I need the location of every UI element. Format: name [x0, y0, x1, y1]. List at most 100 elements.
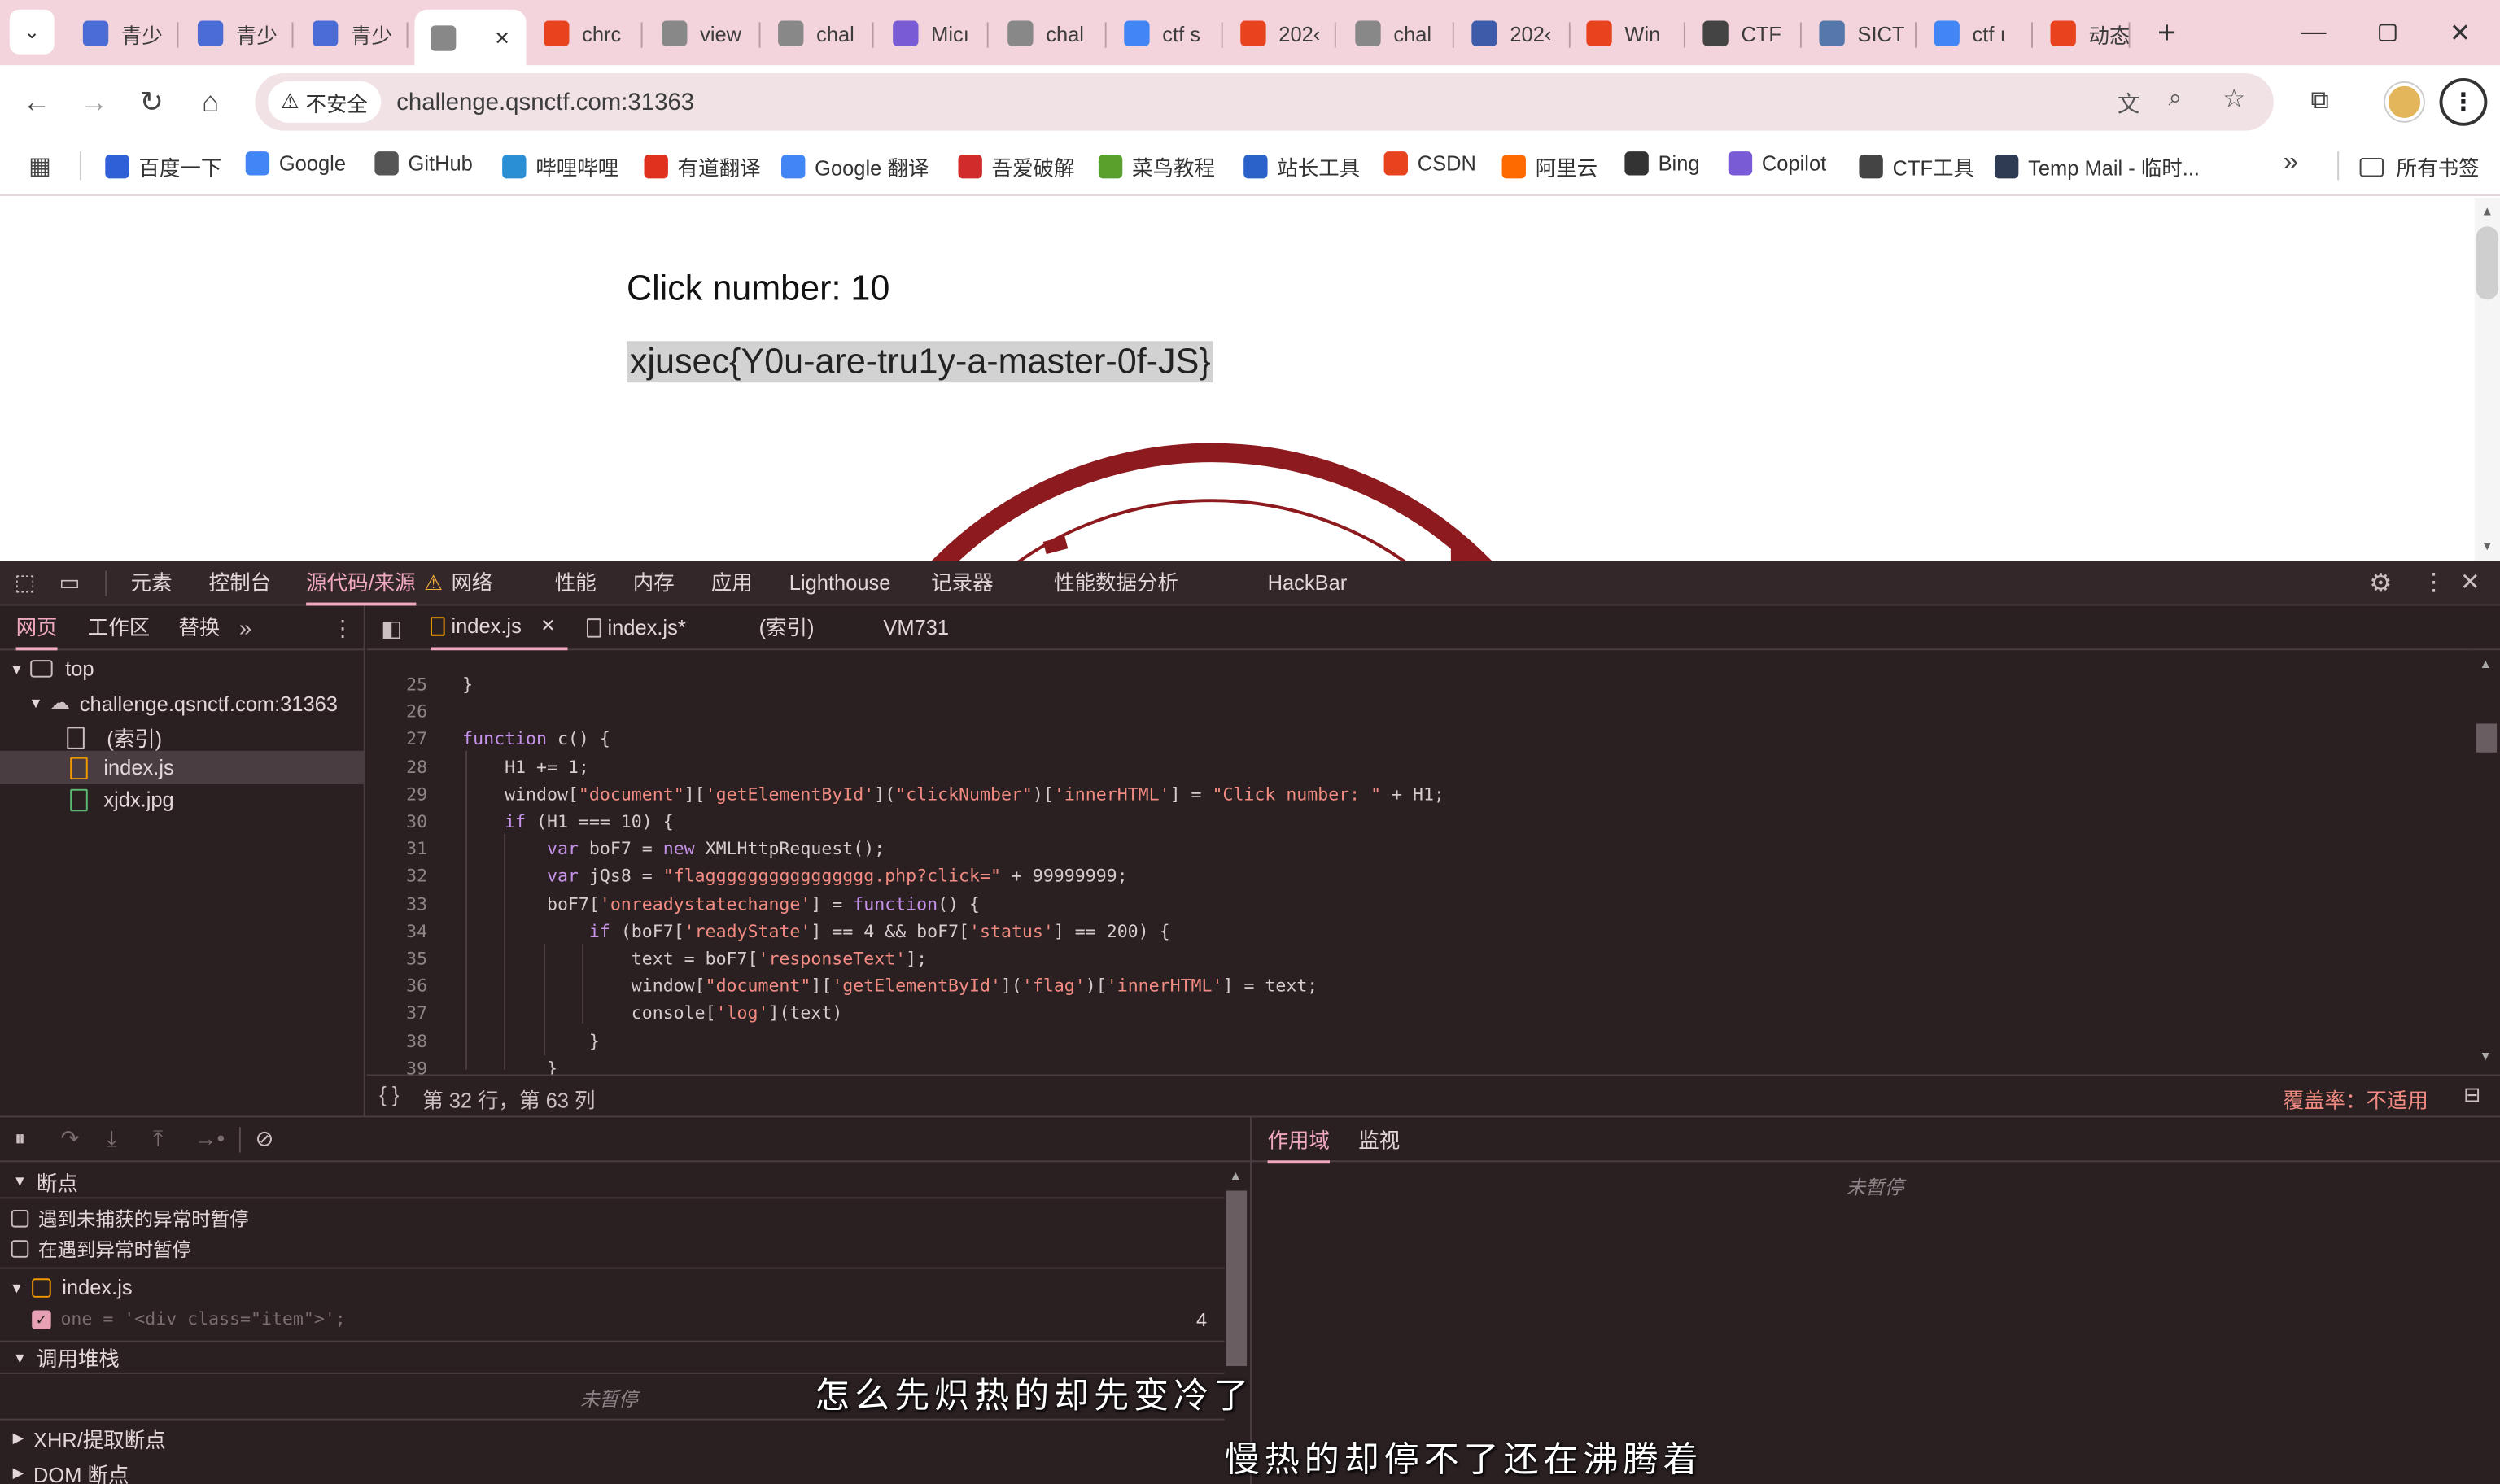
restore-button[interactable]: [2350, 0, 2424, 65]
inspect-element-icon[interactable]: ⬚: [15, 569, 36, 596]
code-line[interactable]: if (H1 === 10) {: [462, 811, 674, 831]
browser-tab[interactable]: chal: [1340, 10, 1454, 58]
bookmark-item[interactable]: 吾爱破解: [958, 151, 1075, 181]
bookmark-item[interactable]: CTF工具: [1859, 151, 1974, 181]
url-text[interactable]: challenge.qsnctf.com:31363: [396, 89, 694, 116]
tab-console[interactable]: 控制台: [209, 561, 271, 606]
tab-scope[interactable]: 作用域: [1267, 1119, 1331, 1164]
code-line[interactable]: window["document"]['getElementById']("cl…: [462, 784, 1444, 805]
code-line[interactable]: H1 += 1;: [462, 757, 589, 777]
tab-hackbar[interactable]: HackBar: [1268, 561, 1348, 606]
editor-tab[interactable]: index.js ✕: [430, 605, 568, 651]
line-number[interactable]: 28: [379, 757, 427, 777]
editor-tab[interactable]: index.js*: [586, 605, 686, 650]
editor-tab[interactable]: (索引): [759, 605, 815, 650]
tree-item-host[interactable]: ▼ ☁ challenge.qsnctf.com:31363: [28, 690, 338, 715]
code-line[interactable]: function c() {: [462, 729, 610, 749]
tab-recorder[interactable]: 记录器: [931, 561, 993, 606]
line-number[interactable]: 38: [379, 1031, 427, 1051]
bookmark-item[interactable]: Copilot: [1728, 151, 1826, 176]
scroll-down-icon[interactable]: ▼: [2481, 539, 2494, 553]
line-number[interactable]: 37: [379, 1003, 427, 1024]
close-tab-icon[interactable]: ✕: [494, 26, 510, 48]
close-window-button[interactable]: ✕: [2424, 0, 2497, 65]
browser-tab[interactable]: 202‹: [1456, 10, 1571, 58]
editor-tab[interactable]: VM731: [883, 605, 949, 650]
tab-network[interactable]: 网络 ⚠: [424, 561, 492, 606]
breakpoint-item[interactable]: ✓ one = '<div class="item">'; 4: [32, 1308, 1220, 1330]
navigator-tab[interactable]: 替换: [178, 605, 220, 650]
minimize-button[interactable]: —: [2277, 0, 2350, 65]
more-tabs-icon[interactable]: »: [239, 615, 251, 640]
tab-performance-insights[interactable]: 性能数据分析: [1054, 561, 1178, 606]
code-line[interactable]: }: [462, 674, 473, 695]
bookmark-item[interactable]: 阿里云: [1501, 151, 1597, 181]
devtools-more-icon[interactable]: ⋮: [2422, 567, 2445, 596]
line-number[interactable]: 31: [379, 839, 427, 859]
tab-performance[interactable]: 性能: [555, 561, 597, 606]
browser-tab[interactable]: 202‹: [1225, 10, 1336, 58]
scroll-up-icon[interactable]: ▲: [2480, 657, 2493, 671]
code-line[interactable]: boF7['onreadystatechange'] = function() …: [462, 893, 980, 914]
translate-page-icon[interactable]: ⽂: [2118, 88, 2139, 120]
browser-tab[interactable]: chrc: [527, 10, 643, 58]
browser-tab[interactable]: 青少: [67, 10, 179, 58]
line-number[interactable]: 36: [379, 976, 427, 996]
browser-tab[interactable]: Win: [1571, 10, 1685, 58]
scroll-thumb[interactable]: [2476, 723, 2498, 753]
bookmark-item[interactable]: 菜鸟教程: [1098, 151, 1215, 181]
bookmark-item[interactable]: Temp Mail - 临时...: [1994, 151, 2200, 181]
scroll-down-icon[interactable]: ▼: [2480, 1049, 2493, 1063]
line-number[interactable]: 30: [379, 811, 427, 831]
zoom-icon[interactable]: ⌕: [2169, 85, 2182, 111]
breakpoint-file-group[interactable]: ▼ index.js: [10, 1275, 133, 1298]
scroll-up-icon[interactable]: ▲: [1230, 1168, 1243, 1183]
reload-button[interactable]: ↻: [128, 78, 176, 126]
navigator-tab[interactable]: 工作区: [88, 605, 150, 650]
tab-elements[interactable]: 元素: [131, 561, 173, 606]
close-devtools-icon[interactable]: ✕: [2460, 567, 2480, 596]
line-number[interactable]: 25: [379, 674, 427, 695]
forward-button[interactable]: →: [70, 78, 118, 126]
tab-lighthouse[interactable]: Lighthouse: [789, 561, 891, 606]
line-number[interactable]: 26: [379, 701, 427, 722]
browser-tab[interactable]: SICT: [1803, 10, 1917, 58]
tree-item-image[interactable]: xjdx.jpg: [70, 788, 174, 811]
apps-grid-icon[interactable]: ▦: [28, 151, 51, 180]
scroll-up-icon[interactable]: ▲: [2481, 204, 2494, 219]
bookmark-item[interactable]: 哔哩哔哩: [502, 151, 618, 181]
code-line[interactable]: }: [462, 1031, 600, 1051]
bookmark-item[interactable]: 百度一下: [105, 151, 221, 181]
browser-tab[interactable]: chal: [762, 10, 874, 58]
checkbox-checked[interactable]: ✓: [32, 1309, 51, 1329]
line-number[interactable]: 34: [379, 921, 427, 941]
browser-tab[interactable]: 青少: [296, 10, 409, 58]
home-button[interactable]: ⌂: [186, 78, 234, 126]
pause-uncaught-option[interactable]: 遇到未捕获的异常时暂停: [11, 1205, 249, 1232]
code-line[interactable]: console['log'](text): [462, 1003, 843, 1024]
step-out-icon[interactable]: ⤒: [153, 1125, 163, 1152]
code-line[interactable]: window["document"]['getElementById']('fl…: [462, 976, 1318, 996]
scroll-thumb[interactable]: [2476, 226, 2499, 300]
pretty-print-icon[interactable]: { }: [379, 1082, 399, 1106]
more-bookmarks-button[interactable]: »: [2284, 146, 2299, 178]
bookmark-item[interactable]: Google 翻译: [781, 151, 929, 181]
line-number[interactable]: 33: [379, 893, 427, 914]
school-logo-image[interactable]: [798, 437, 1627, 561]
line-number[interactable]: 29: [379, 784, 427, 805]
back-button[interactable]: ←: [13, 78, 61, 126]
tab-sources[interactable]: 源代码/来源: [306, 561, 416, 606]
tab-application[interactable]: 应用: [711, 561, 753, 606]
all-bookmarks-button[interactable]: 所有书签: [2359, 151, 2480, 181]
code-scrollbar[interactable]: ▲ ▼: [2474, 650, 2500, 1072]
tab-memory[interactable]: 内存: [633, 561, 675, 606]
device-toolbar-icon[interactable]: ▭: [59, 569, 80, 596]
step-into-icon[interactable]: ⤓: [107, 1125, 116, 1152]
bookmark-item[interactable]: 有道翻译: [644, 151, 761, 181]
bookmark-item[interactable]: Bing: [1624, 151, 1700, 176]
coverage-toggle-icon[interactable]: ⊟: [2463, 1082, 2480, 1107]
address-bar[interactable]: ⚠ 不安全 challenge.qsnctf.com:31363 ⽂ ⌕ ☆: [255, 73, 2274, 131]
bookmark-item[interactable]: Google: [245, 151, 346, 176]
dom-breakpoints-header[interactable]: ▶ DOM 断点: [13, 1459, 129, 1484]
browser-tab[interactable]: chal: [992, 10, 1107, 58]
